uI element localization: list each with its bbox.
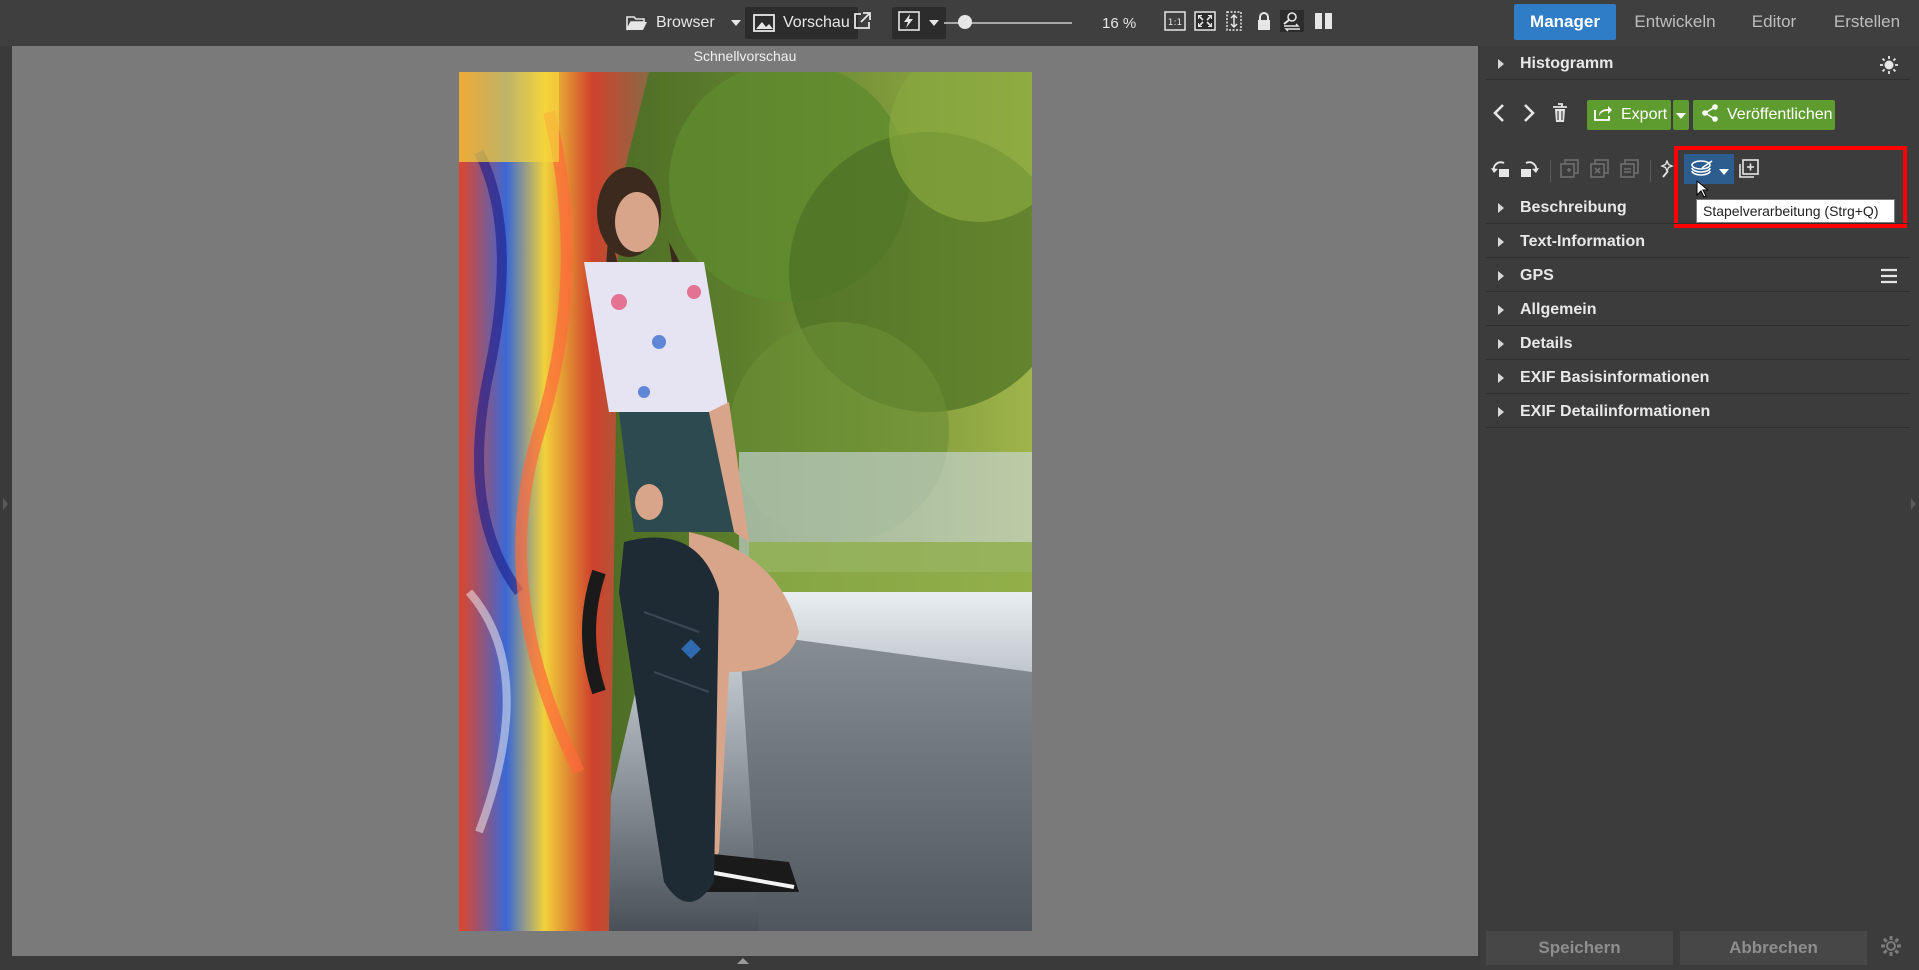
external-open-button[interactable] (852, 0, 872, 46)
zoom-value: 16 % (1102, 14, 1137, 32)
magic-wand-icon (1660, 158, 1674, 183)
preview-label: Vorschau (783, 14, 850, 31)
caret-right-icon (1498, 305, 1504, 315)
section-description[interactable]: Beschreibung (1486, 193, 1910, 224)
caret-right-icon (1498, 407, 1504, 417)
cancel-button[interactable]: Abbrechen (1680, 931, 1867, 965)
tab-editor[interactable]: Editor (1732, 4, 1816, 40)
section-text-information[interactable]: Text-Information (1486, 227, 1910, 258)
fit-screen-icon (1194, 10, 1216, 36)
browser-mode-button[interactable]: Browser (626, 0, 715, 46)
chevron-down-icon (730, 14, 742, 32)
caret-right-icon (1498, 59, 1504, 69)
lock-icon (1256, 11, 1272, 36)
publish-button[interactable]: Veröffentlichen (1693, 100, 1835, 130)
previous-image-button[interactable] (1492, 100, 1506, 130)
toolbar-divider (1650, 160, 1651, 182)
tab-manager[interactable]: Manager (1514, 4, 1616, 40)
section-gps[interactable]: GPS (1486, 261, 1910, 292)
copy-layers-icon (1560, 158, 1580, 184)
caret-right-icon (1498, 203, 1504, 213)
publish-label: Veröffentlichen (1727, 106, 1833, 123)
paste-layers-icon (1620, 158, 1640, 184)
chevron-down-icon (1676, 106, 1686, 124)
histogram-section-header[interactable]: Histogramm (1486, 49, 1910, 80)
trash-icon (1552, 102, 1568, 128)
filmstrip-toggle-icon[interactable] (737, 958, 749, 964)
quick-fix-button[interactable] (892, 7, 946, 39)
section-label: EXIF Basisinformationen (1520, 369, 1710, 386)
tab-develop[interactable]: Entwickeln (1628, 4, 1722, 40)
chevron-right-icon (1522, 103, 1536, 128)
external-link-icon (852, 11, 872, 36)
folder-open-icon (626, 14, 648, 32)
left-panel-toggle-icon[interactable] (3, 498, 8, 510)
rotate-right-button[interactable] (1518, 158, 1540, 184)
menu-icon[interactable] (1880, 268, 1898, 289)
export-button[interactable]: Export (1587, 100, 1671, 130)
settings-button[interactable] (1880, 931, 1902, 965)
compare-zoom-button[interactable] (1280, 0, 1304, 46)
viewer-title: Schnellvorschau (693, 48, 797, 64)
fit-height-icon (1224, 10, 1244, 36)
split-view-button[interactable] (1314, 0, 1334, 46)
paste-button (1620, 158, 1640, 184)
share-icon (1701, 103, 1719, 127)
tab-create[interactable]: Erstellen (1820, 4, 1914, 40)
caret-right-icon (1498, 271, 1504, 281)
section-label: GPS (1520, 267, 1554, 284)
export-label: Export (1621, 106, 1668, 123)
view-mode-dropdown[interactable] (730, 0, 742, 46)
remove-layers-icon (1590, 158, 1610, 184)
section-exif-basic[interactable]: EXIF Basisinformationen (1486, 363, 1910, 394)
export-dropdown[interactable] (1673, 100, 1689, 130)
split-columns-icon (1314, 12, 1334, 35)
histogram-label: Histogramm (1520, 55, 1614, 72)
gear-icon (1880, 935, 1902, 962)
zoom-fit-button[interactable] (1194, 0, 1216, 46)
one-to-one-icon: 1:1 (1164, 10, 1186, 36)
browser-label: Browser (656, 14, 715, 31)
section-general[interactable]: Allgemein (1486, 295, 1910, 326)
image-icon (753, 14, 775, 32)
right-panel-toggle-icon[interactable] (1911, 498, 1916, 510)
export-icon (1593, 104, 1613, 127)
section-label: Beschreibung (1520, 199, 1627, 216)
chevron-down-icon (928, 14, 940, 32)
section-exif-detail[interactable]: EXIF Detailinformationen (1486, 397, 1910, 428)
sun-icon[interactable] (1880, 56, 1898, 79)
preview-mode-button[interactable]: Vorschau (745, 7, 858, 39)
photo-image (459, 72, 1032, 931)
magnifier-sync-icon (1280, 9, 1304, 37)
toolbar-divider (1550, 160, 1551, 182)
remove-copy-button (1590, 158, 1610, 184)
zoom-lock-button[interactable] (1256, 0, 1272, 46)
rotate-left-button[interactable] (1490, 158, 1512, 184)
section-label: EXIF Detailinformationen (1520, 403, 1711, 420)
save-button[interactable]: Speichern (1486, 931, 1673, 965)
chevron-left-icon (1492, 103, 1506, 128)
zoom-actual-size-button[interactable]: 1:1 (1164, 0, 1186, 46)
caret-right-icon (1498, 237, 1504, 247)
delete-button[interactable] (1552, 100, 1568, 130)
section-label: Details (1520, 335, 1573, 352)
section-details[interactable]: Details (1486, 329, 1910, 360)
zoom-slider-handle[interactable] (958, 15, 972, 29)
rotate-left-icon (1490, 159, 1512, 184)
caret-right-icon (1498, 373, 1504, 383)
fit-height-button[interactable] (1224, 0, 1244, 46)
lightning-icon (898, 10, 920, 36)
top-toolbar: Browser Vorschau 16 % 1:1 Manager Entwic… (0, 0, 1919, 46)
next-image-button[interactable] (1522, 100, 1536, 130)
section-label: Allgemein (1520, 301, 1597, 318)
auto-enhance-button[interactable] (1660, 158, 1674, 184)
caret-right-icon (1498, 339, 1504, 349)
svg-text:1:1: 1:1 (1168, 18, 1182, 28)
section-label: Text-Information (1520, 233, 1646, 250)
rotate-right-icon (1518, 159, 1540, 184)
photo-preview (459, 72, 1032, 931)
copy-button (1560, 158, 1580, 184)
